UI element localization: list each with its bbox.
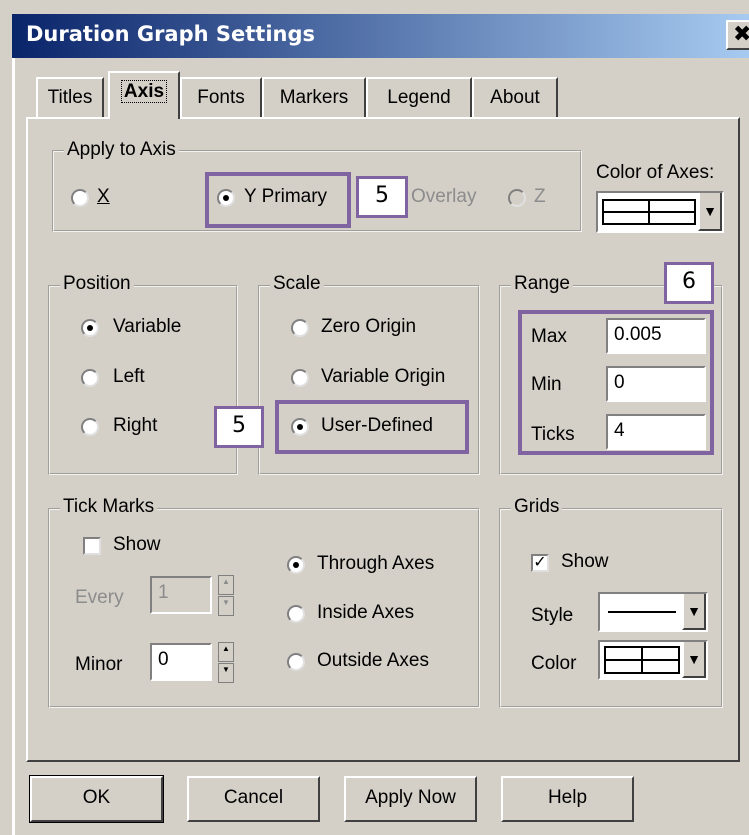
tab-about[interactable]: About (472, 77, 558, 117)
grids-legend: Grids (511, 496, 563, 518)
radio-tick-through-axes[interactable] (287, 556, 305, 574)
grids-color-label: Color (531, 653, 577, 674)
annotation-callout-6: 6 (664, 262, 714, 304)
axes-color-swatch-icon (602, 199, 696, 225)
radio-axis-overlay-label[interactable]: Overlay (411, 186, 476, 208)
chevron-down-icon[interactable]: ▼ (682, 642, 706, 678)
radio-position-variable-label[interactable]: Variable (113, 316, 181, 338)
radio-tick-inside-axes-label[interactable]: Inside Axes (317, 602, 414, 624)
tab-legend-label: Legend (387, 87, 451, 108)
minor-spin-down-icon[interactable]: ▼ (218, 663, 234, 683)
dialog-window: Duration Graph Settings ✖ Titles Axis Fo… (0, 0, 749, 835)
window-frame-edge (12, 58, 15, 835)
radio-position-left[interactable] (81, 369, 99, 387)
ok-button[interactable]: OK (29, 775, 164, 823)
grids-style-dropdown[interactable]: ▼ (598, 592, 708, 632)
radio-position-left-label[interactable]: Left (113, 366, 145, 388)
radio-position-right[interactable] (81, 418, 99, 436)
line-style-icon (608, 611, 676, 613)
tick-marks-show-checkbox[interactable] (83, 537, 101, 555)
radio-axis-x[interactable] (71, 189, 89, 207)
position-legend: Position (60, 273, 134, 295)
axis-x-text: X (97, 186, 110, 207)
tab-about-label: About (490, 87, 540, 108)
radio-scale-zero-origin-label[interactable]: Zero Origin (321, 316, 416, 338)
every-spin-down-icon[interactable]: ▼ (218, 596, 234, 616)
grid-color-swatch-icon (604, 646, 680, 674)
annotation-callout-5a: 5 (356, 176, 408, 218)
title-bar[interactable]: Duration Graph Settings (12, 14, 749, 58)
color-of-axes-dropdown[interactable]: ▼ (596, 191, 724, 233)
cancel-button[interactable]: Cancel (187, 776, 320, 822)
radio-axis-x-label[interactable]: X (97, 186, 110, 208)
annotation-highlight-y-primary (205, 172, 351, 228)
radio-scale-variable-origin-label[interactable]: Variable Origin (321, 366, 445, 388)
grids-show-checkbox[interactable]: ✓ (531, 554, 549, 572)
annotation-highlight-range (518, 310, 714, 455)
scale-legend: Scale (270, 273, 324, 295)
grids-color-dropdown[interactable]: ▼ (598, 640, 708, 680)
apply-to-axis-legend: Apply to Axis (64, 139, 179, 161)
grids-show-label[interactable]: Show (561, 551, 609, 573)
tick-marks-minor-input[interactable]: 0 (150, 643, 212, 681)
color-of-axes-label: Color of Axes: (596, 162, 715, 183)
tick-marks-show-label[interactable]: Show (113, 534, 161, 556)
chevron-down-icon[interactable]: ▼ (682, 594, 706, 630)
tick-marks-every-input[interactable]: 1 (150, 576, 212, 614)
tick-marks-every-label: Every (75, 587, 124, 608)
apply-now-button[interactable]: Apply Now (344, 776, 477, 822)
radio-position-right-label[interactable]: Right (113, 415, 157, 437)
annotation-callout-5b: 5 (214, 406, 264, 448)
radio-tick-outside-axes[interactable] (287, 653, 305, 671)
help-button[interactable]: Help (501, 776, 634, 822)
tab-markers[interactable]: Markers (262, 77, 366, 117)
radio-axis-z[interactable] (508, 189, 526, 207)
tab-fonts-label: Fonts (197, 87, 245, 108)
tick-marks-minor-label: Minor (75, 654, 123, 675)
radio-tick-inside-axes[interactable] (287, 605, 305, 623)
minor-spin-up-icon[interactable]: ▲ (218, 642, 234, 662)
tab-markers-label: Markers (279, 87, 349, 108)
close-icon: ✖ (733, 21, 749, 46)
radio-tick-through-axes-label[interactable]: Through Axes (317, 553, 434, 575)
tick-marks-legend: Tick Marks (60, 496, 158, 518)
radio-scale-variable-origin[interactable] (291, 369, 309, 387)
tab-axis-label: Axis (120, 80, 168, 103)
tab-fonts[interactable]: Fonts (180, 77, 262, 117)
grids-style-label: Style (531, 605, 574, 626)
radio-scale-zero-origin[interactable] (291, 319, 309, 337)
tab-titles-label: Titles (47, 87, 93, 108)
radio-tick-outside-axes-label[interactable]: Outside Axes (317, 650, 429, 672)
annotation-highlight-user-defined (275, 400, 469, 454)
radio-axis-z-label[interactable]: Z (534, 186, 546, 208)
range-legend: Range (511, 273, 573, 295)
radio-position-variable[interactable] (81, 319, 99, 337)
tab-legend[interactable]: Legend (366, 77, 472, 117)
every-spin-up-icon[interactable]: ▲ (218, 575, 234, 595)
chevron-down-icon[interactable]: ▼ (698, 193, 722, 231)
close-button[interactable]: ✖ (726, 20, 749, 50)
window-title: Duration Graph Settings (26, 22, 316, 46)
tab-axis[interactable]: Axis (108, 71, 180, 119)
tab-titles[interactable]: Titles (36, 77, 104, 117)
